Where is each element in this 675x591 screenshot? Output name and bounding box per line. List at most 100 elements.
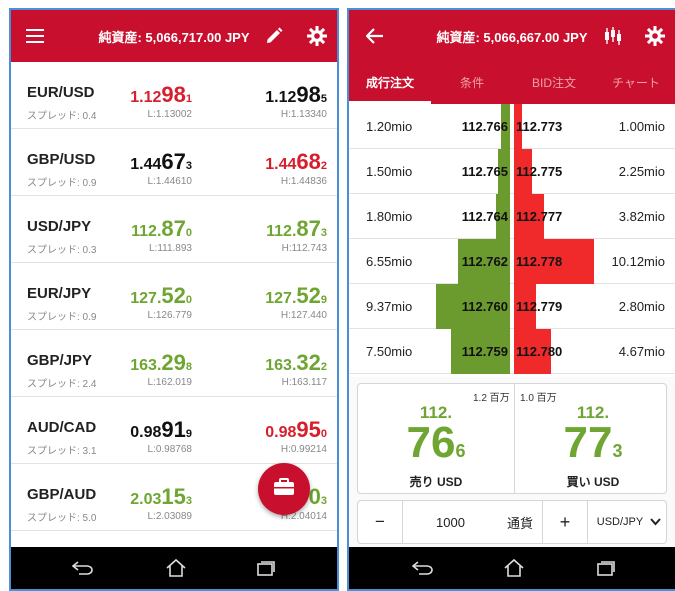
gear-icon[interactable] [303,22,331,50]
bid-price-pips: 29 [161,350,186,375]
nav-home-icon[interactable] [163,557,189,579]
gear-icon[interactable] [641,22,669,50]
daily-low: L:126.779 [147,310,193,321]
bid-price-prefix: 2.03 [130,491,162,508]
ask-price[interactable]: 0.98950 [265,417,327,443]
spread-value: スプレッド: 0.9 [27,312,97,323]
ask-price[interactable]: 163.322 [265,350,327,376]
buy-button[interactable]: 773 [515,418,671,468]
quote-row[interactable]: GBP/JPY スプレッド: 2.4 163.298 163.322 L:162.019… [11,330,337,397]
ask-price-prefix: 1.12 [265,89,297,106]
ask-price-fraction: 3 [320,227,327,239]
ask-price: 112.773 [516,119,563,134]
bid-price[interactable]: 1.12981 [130,82,192,108]
daily-low: L:111.893 [148,243,192,254]
decrease-button[interactable]: − [358,501,402,543]
order-book-row[interactable]: 1.50mio 112.765 112.775 2.25mio [349,149,675,194]
bid-price-prefix: 1.44 [130,156,162,173]
ask-price-pips: 98 [296,82,321,107]
quote-row[interactable]: EUR/USD スプレッド: 0.4 1.12981 1.12985 L:1.13002… [11,62,337,129]
bid-size: 9.37mio [366,299,413,314]
nav-back-icon[interactable] [409,557,435,579]
currency-pair-symbol: EUR/USD [27,84,95,101]
system-nav-bar [11,547,337,589]
quantity-input[interactable]: 1000 [403,501,498,543]
ask-price[interactable]: 1.12985 [265,82,327,108]
daily-high: H:0.99214 [280,444,327,455]
bid-size: 6.55mio [366,254,413,269]
nav-recents-icon[interactable] [253,557,279,579]
orders-fab[interactable] [258,463,310,515]
ask-price[interactable]: 1.44682 [265,149,327,175]
ask-size: 2.25mio [618,164,665,179]
sell-volume: 1.2 百万 [473,393,510,404]
quote-row[interactable]: USD/JPY スプレッド: 0.3 112.870 112.873 L:111.893… [11,196,337,263]
bid-price-prefix: 1.12 [130,89,162,106]
pencil-icon[interactable] [260,22,288,50]
bid-price-prefix: 112. [131,223,162,240]
currency-pair-select[interactable]: USD/JPY [588,501,670,543]
currency-pair-symbol: EUR/JPY [27,285,92,302]
spread-value: スプレッド: 0.3 [27,245,97,256]
bid-price-fraction: 9 [185,428,192,440]
ask-price-prefix: 112. [266,223,297,240]
sell-label[interactable]: 売り USD [358,473,514,490]
sell-price-fraction: 6 [455,441,466,461]
bid-price-fraction: 1 [185,93,192,105]
nav-home-icon[interactable] [501,557,527,579]
sell-button[interactable]: 766 [358,418,514,468]
nav-recents-icon[interactable] [593,557,619,579]
ask-price-pips: 0 [308,484,321,509]
bid-price-pips: 52 [161,283,186,308]
bid-price-pips: 91 [161,417,186,442]
ask-size: 1.00mio [618,119,665,134]
order-book-row[interactable]: 6.55mio 112.762 112.778 10.12mio [349,239,675,284]
bid-price[interactable]: 2.03153 [130,484,192,510]
bid-price-pips: 98 [161,82,186,107]
increase-button[interactable]: + [543,501,587,543]
buy-volume: 1.0 百万 [520,393,557,404]
ask-price-fraction: 3 [320,495,327,507]
ask-price[interactable]: 03 [309,484,327,510]
daily-high: H:1.13340 [280,109,327,120]
tab-bid-order[interactable]: BID注文 [513,62,595,104]
buy-price-pips: 77 [563,418,613,467]
bid-price-fraction: 3 [185,495,192,507]
nav-back-icon[interactable] [69,557,95,579]
tab-chart[interactable]: チャート [595,62,675,104]
ask-price-fraction: 2 [320,361,327,373]
bid-size: 1.20mio [366,119,413,134]
spread-value: スプレッド: 2.4 [27,379,97,390]
system-nav-bar [349,547,675,589]
briefcase-icon [273,477,295,501]
bid-price[interactable]: 0.98919 [130,417,192,443]
ask-price[interactable]: 127.529 [265,283,327,309]
bid-price[interactable]: 112.870 [131,216,192,242]
buy-label[interactable]: 買い USD [515,473,671,490]
tab-conditions[interactable]: 条件 [431,62,513,104]
ask-price-fraction: 9 [320,294,327,306]
tab-market-order[interactable]: 成行注文 [349,62,431,104]
ask-size: 4.67mio [618,344,665,359]
order-book-row[interactable]: 1.80mio 112.764 112.777 3.82mio [349,194,675,239]
ask-price-fraction: 0 [320,428,327,440]
trade-panel: 1.2 百万 112. 766 売り USD 1.0 百万 112. 773 買… [357,383,667,494]
order-book-row[interactable]: 9.37mio 112.760 112.779 2.80mio [349,284,675,329]
spread-value: スプレッド: 0.9 [27,178,97,189]
bid-price[interactable]: 163.298 [130,350,192,376]
bid-price[interactable]: 1.44673 [130,149,192,175]
candlestick-icon[interactable] [599,22,627,50]
ask-size: 2.80mio [618,299,665,314]
quote-row[interactable]: AUD/CAD スプレッド: 3.1 0.98919 0.98950 L:0.98768… [11,397,337,464]
ask-price[interactable]: 112.873 [266,216,327,242]
order-book-row[interactable]: 7.50mio 112.759 112.780 4.67mio [349,329,675,374]
quote-row[interactable]: GBP/USD スプレッド: 0.9 1.44673 1.44682 L:1.44610… [11,129,337,196]
order-book-row[interactable]: 1.20mio 112.766 112.773 1.00mio [349,104,675,149]
ask-price-pips: 87 [296,216,321,241]
quote-row[interactable]: EUR/JPY スプレッド: 0.9 127.520 127.529 L:126.779… [11,263,337,330]
net-assets-title: 純資産: 5,066,717.00 JPY [98,30,250,45]
ask-price: 112.777 [516,209,563,224]
daily-low: L:0.98768 [147,444,193,455]
buy-price-fraction: 3 [612,441,623,461]
bid-price[interactable]: 127.520 [130,283,192,309]
